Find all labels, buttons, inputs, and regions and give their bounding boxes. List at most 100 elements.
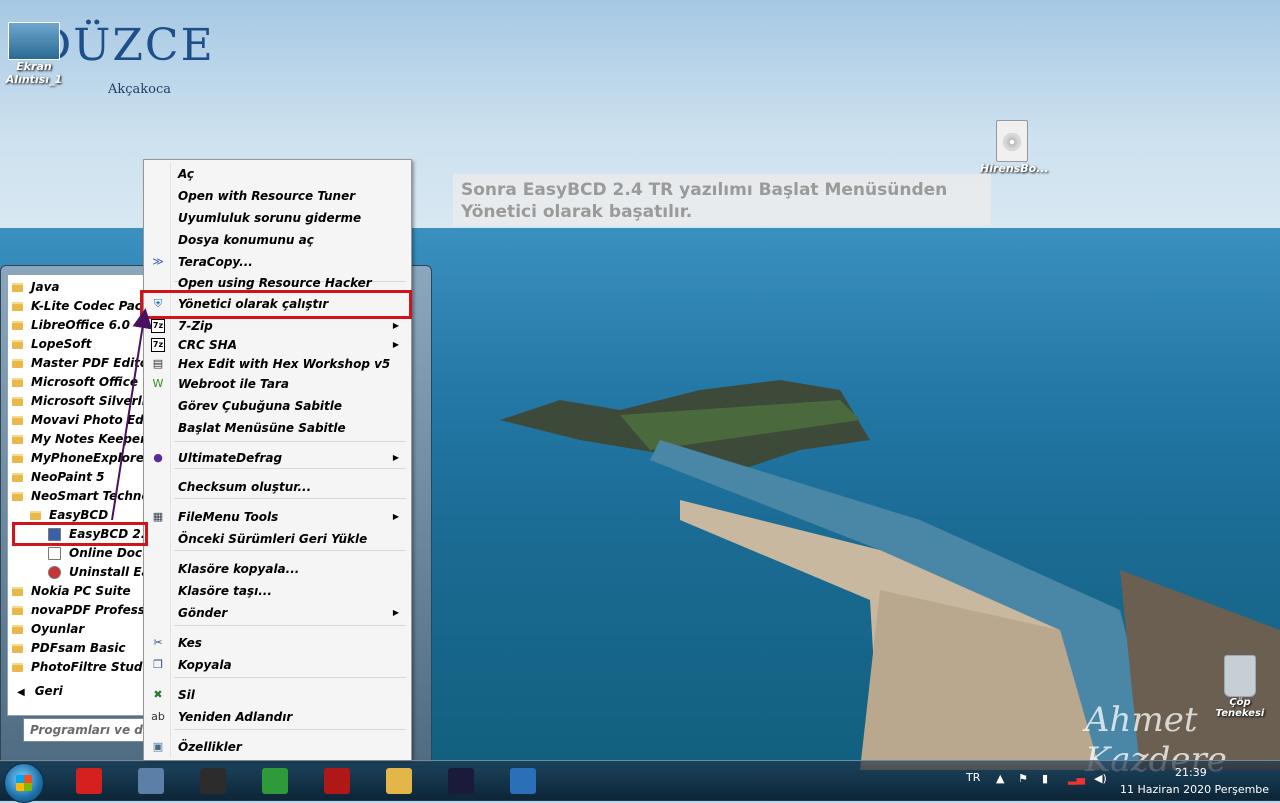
akcakoca-label: Akçakoca bbox=[108, 82, 172, 97]
power-icon[interactable]: ▮ bbox=[1042, 773, 1054, 785]
properties-icon: ▣ bbox=[152, 740, 164, 753]
context-menu-item[interactable]: ▣ Özellikler bbox=[146, 737, 409, 757]
red-app-icon bbox=[324, 768, 350, 794]
program-item[interactable]: K-Lite Codec Pack bbox=[12, 297, 150, 315]
program-item[interactable]: Java bbox=[12, 278, 59, 296]
context-menu-item[interactable]: Önceki Sürümleri Geri Yükle bbox=[146, 529, 409, 549]
folder-icon bbox=[12, 644, 23, 653]
program-item[interactable]: LopeSoft bbox=[12, 335, 91, 353]
monitor-icon bbox=[138, 768, 164, 794]
folder-icon bbox=[12, 473, 23, 482]
back-button[interactable]: ◀ Geri bbox=[17, 682, 63, 700]
program-label: LibreOffice 6.0 bbox=[31, 318, 130, 332]
context-menu-item[interactable]: W Webroot ile Tara bbox=[146, 374, 409, 394]
start-search-input[interactable]: Programları ve dosyaları ara bbox=[23, 718, 153, 742]
context-menu-separator bbox=[174, 550, 406, 551]
folder-icon bbox=[12, 302, 23, 311]
context-menu-item[interactable]: ● UltimateDefrag ▶ bbox=[146, 448, 409, 468]
program-label: LopeSoft bbox=[31, 337, 92, 351]
context-menu-separator bbox=[174, 729, 406, 730]
submenu-arrow-icon: ▶ bbox=[392, 453, 399, 462]
context-menu-item[interactable]: ✖ Sil bbox=[146, 685, 409, 705]
context-menu-item[interactable]: Gönder ▶ bbox=[146, 603, 409, 623]
program-item[interactable]: Oyunlar bbox=[12, 620, 84, 638]
context-menu-item[interactable]: 7z CRC SHA ▶ bbox=[146, 335, 409, 355]
context-menu-item[interactable]: Checksum oluştur... bbox=[146, 477, 409, 497]
context-menu-separator bbox=[174, 498, 406, 499]
start-button[interactable] bbox=[4, 763, 44, 803]
taskbar-app-button[interactable] bbox=[312, 764, 362, 798]
program-item[interactable]: PDFsam Basic bbox=[12, 639, 126, 657]
disc-image-icon bbox=[996, 120, 1028, 162]
show-hidden-icons-icon[interactable]: ▲ bbox=[996, 773, 1008, 785]
program-item[interactable]: Microsoft Office bbox=[12, 373, 138, 391]
folder-icon bbox=[12, 492, 23, 501]
7zip-icon: 7z bbox=[151, 338, 165, 352]
context-menu-item[interactable]: Dosya konumunu aç bbox=[146, 230, 409, 250]
context-menu-item[interactable]: ▦ FileMenu Tools ▶ bbox=[146, 507, 409, 527]
highlight-run-as-admin bbox=[140, 290, 412, 319]
folder-icon bbox=[12, 435, 23, 444]
context-menu: Aç Open with Resource Tuner Uyumluluk soru… bbox=[143, 159, 412, 761]
program-label: PDFsam Basic bbox=[31, 641, 126, 655]
program-item[interactable]: NeoPaint 5 bbox=[12, 468, 104, 486]
recycle-bin-icon bbox=[1224, 655, 1256, 697]
program-item[interactable]: My Notes Keeper bbox=[12, 430, 146, 448]
context-menu-label: Özellikler bbox=[178, 740, 242, 754]
uninstall-icon bbox=[48, 566, 61, 579]
instruction-caption: Sonra EasyBCD 2.4 TR yazılımı Başlat Men… bbox=[453, 174, 991, 226]
volume-icon[interactable]: ◀) bbox=[1094, 773, 1107, 785]
terminal-icon bbox=[448, 768, 474, 794]
context-menu-item[interactable]: ≫ TeraCopy... bbox=[146, 252, 409, 272]
taskbar-app-button[interactable] bbox=[436, 764, 486, 798]
context-menu-item[interactable]: Klasöre kopyala... bbox=[146, 559, 409, 579]
context-menu-item[interactable]: Başlat Menüsüne Sabitle bbox=[146, 418, 409, 438]
context-menu-item[interactable]: ✂ Kes bbox=[146, 633, 409, 653]
folder-icon bbox=[12, 283, 23, 292]
teracopy-icon: ≫ bbox=[152, 255, 164, 268]
clock-date[interactable]: 11 Haziran 2020 Perşembe bbox=[1120, 783, 1269, 796]
taskbar-app-button[interactable] bbox=[126, 764, 176, 798]
context-menu-separator bbox=[174, 625, 406, 626]
taskbar-app-button[interactable] bbox=[250, 764, 300, 798]
context-menu-label: Webroot ile Tara bbox=[178, 377, 289, 391]
taskbar-app-button[interactable] bbox=[64, 764, 114, 798]
clock-time[interactable]: 21:39 bbox=[1175, 766, 1207, 779]
folder-icon bbox=[12, 397, 23, 406]
desktop-icon-screenshot[interactable]: Ekran Alıntısı_1 bbox=[4, 22, 64, 86]
program-item[interactable]: LibreOffice 6.0 bbox=[12, 316, 130, 334]
context-menu-item[interactable]: ❐ Kopyala bbox=[146, 655, 409, 675]
delete-icon: ✖ bbox=[153, 688, 163, 701]
context-menu-item[interactable]: ▤ Hex Edit with Hex Workshop v5 bbox=[146, 354, 409, 374]
scissors-icon: ✂ bbox=[153, 636, 163, 649]
context-menu-item[interactable]: Open with Resource Tuner bbox=[146, 186, 409, 206]
context-menu-item[interactable]: Aç bbox=[146, 164, 409, 184]
taskbar-app-button[interactable] bbox=[498, 764, 548, 798]
context-menu-item[interactable]: Uyumluluk sorunu giderme bbox=[146, 208, 409, 228]
folder-icon bbox=[12, 321, 23, 330]
context-menu-separator bbox=[174, 468, 406, 469]
language-indicator[interactable]: TR bbox=[966, 771, 980, 784]
desktop-icon-hirensboot[interactable]: HirensBo... bbox=[980, 120, 1049, 175]
context-menu-item[interactable]: Klasöre taşı... bbox=[146, 581, 409, 601]
program-label: K-Lite Codec Pack bbox=[31, 299, 150, 313]
context-menu-label: Kes bbox=[178, 636, 202, 650]
submenu-arrow-icon: ▶ bbox=[392, 608, 399, 617]
context-menu-item[interactable]: ab Yeniden Adlandır bbox=[146, 707, 409, 727]
network-icon[interactable]: ▂▄ bbox=[1068, 773, 1085, 785]
action-center-flag-icon[interactable]: ⚑ bbox=[1018, 773, 1030, 785]
rename-icon: ab bbox=[151, 710, 165, 723]
context-menu-label: Önceki Sürümleri Geri Yükle bbox=[178, 532, 368, 546]
taskbar-app-button[interactable] bbox=[188, 764, 238, 798]
program-item[interactable]: Nokia PC Suite bbox=[12, 582, 131, 600]
context-menu-label: Yeniden Adlandır bbox=[178, 710, 293, 724]
desktop-icon-label: Ekran Alıntısı_1 bbox=[5, 60, 63, 86]
submenu-arrow-icon: ▶ bbox=[392, 321, 399, 330]
program-label: My Notes Keeper bbox=[31, 432, 146, 446]
program-item[interactable]: MyPhoneExplorer bbox=[12, 449, 150, 467]
taskbar-app-button[interactable] bbox=[374, 764, 424, 798]
folder-icon bbox=[12, 454, 23, 463]
program-label: Nokia PC Suite bbox=[31, 584, 131, 598]
context-menu-item[interactable]: Görev Çubuğuna Sabitle bbox=[146, 396, 409, 416]
context-menu-item[interactable]: 7z 7-Zip ▶ bbox=[146, 316, 409, 336]
